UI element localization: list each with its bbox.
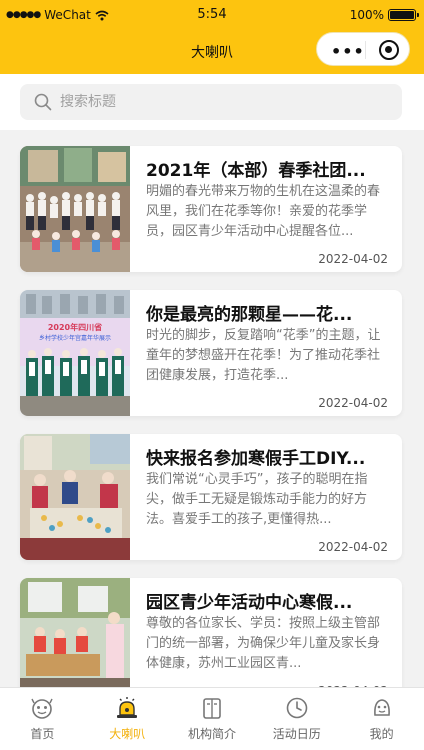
tab-label: 大喇叭 bbox=[109, 727, 146, 741]
article-date: 2022-04-02 bbox=[318, 396, 388, 410]
article-card[interactable]: 2020年四川省 乡村学校少年宫嘉年华展示 你是最亮的那颗星——花... 时光的… bbox=[20, 290, 402, 416]
mini-program-capsule: ••• bbox=[316, 32, 410, 66]
article-card[interactable]: 2021年（本部）春季社团... 明媚的春光带来万物的生机在这温柔的春风里，我们… bbox=[20, 146, 402, 272]
tab-label: 我的 bbox=[369, 727, 394, 741]
article-thumbnail bbox=[20, 434, 130, 560]
article-title: 园区青少年活动中心寒假... bbox=[146, 593, 353, 613]
thumbnail-caption-line1: 2020年四川省 bbox=[48, 322, 102, 332]
article-thumbnail bbox=[20, 578, 130, 704]
close-target-icon[interactable] bbox=[379, 40, 399, 60]
search-box[interactable] bbox=[20, 84, 402, 120]
search-input[interactable] bbox=[60, 84, 380, 120]
battery-percent: 100% bbox=[349, 8, 384, 22]
thumbnail-caption-line2: 乡村学校少年宫嘉年华展示 bbox=[39, 334, 111, 342]
tab-calendar[interactable]: 活动日历 bbox=[254, 688, 339, 750]
article-list: 2021年（本部）春季社团... 明媚的春光带来万物的生机在这温柔的春风里，我们… bbox=[20, 146, 402, 722]
article-title: 快来报名参加寒假手工DIY... bbox=[146, 449, 366, 469]
article-card[interactable]: 快来报名参加寒假手工DIY... 我们常说“心灵手巧”，孩子的聪明在指尖，做手工… bbox=[20, 434, 402, 560]
tab-loudspeaker[interactable]: 大喇叭 bbox=[85, 688, 170, 750]
article-date: 2022-04-02 bbox=[318, 540, 388, 554]
article-thumbnail bbox=[20, 146, 130, 272]
article-summary: 时光的脚步，反复踏响“花季”的主题，让童年的梦想盛开在花季！为了推动花季社团健康… bbox=[146, 328, 381, 383]
tab-mine[interactable]: 我的 bbox=[339, 688, 424, 750]
nav-bar: 大喇叭 ••• bbox=[0, 30, 424, 74]
article-summary: 我们常说“心灵手巧”，孩子的聪明在指尖，做手工无疑是锻炼动手能力的好方法。喜爱手… bbox=[146, 472, 368, 527]
search-bar bbox=[0, 74, 424, 130]
home-icon bbox=[31, 698, 54, 719]
article-title: 你是最亮的那颗星——花... bbox=[146, 305, 353, 325]
tab-about[interactable]: 机构简介 bbox=[170, 688, 255, 750]
article-date: 2022-04-02 bbox=[318, 252, 388, 266]
battery-icon bbox=[388, 9, 419, 21]
profile-icon bbox=[373, 699, 390, 716]
article-card[interactable]: 园区青少年活动中心寒假... 尊敬的各位家长、学员：按照上级主管部门的统一部署，… bbox=[20, 578, 402, 704]
article-summary: 明媚的春光带来万物的生机在这温柔的春风里，我们在花季等你！亲爱的花季学员，园区青… bbox=[146, 184, 381, 239]
tab-bar: 首页 大喇叭 机构简介 活动日历 我的 bbox=[0, 687, 424, 750]
status-right: 100% bbox=[349, 8, 419, 22]
tab-home[interactable]: 首页 bbox=[0, 688, 85, 750]
article-thumbnail: 2020年四川省 乡村学校少年宫嘉年华展示 bbox=[20, 290, 130, 416]
more-icon[interactable]: ••• bbox=[331, 42, 365, 61]
tab-label: 机构简介 bbox=[187, 727, 236, 741]
article-title: 2021年（本部）春季社团... bbox=[146, 161, 366, 181]
status-bar: ●●●●● WeChat 5:54 100% bbox=[0, 0, 424, 30]
info-book-icon bbox=[203, 698, 221, 719]
clock-icon bbox=[286, 697, 308, 719]
tab-label: 首页 bbox=[30, 727, 55, 741]
article-summary: 尊敬的各位家长、学员：按照上级主管部门的统一部署，为确保少年儿童及家长身体健康，… bbox=[146, 616, 381, 671]
loudspeaker-icon bbox=[117, 697, 138, 718]
tab-label: 活动日历 bbox=[272, 727, 321, 741]
search-icon bbox=[34, 93, 52, 111]
capsule-divider bbox=[365, 41, 366, 59]
